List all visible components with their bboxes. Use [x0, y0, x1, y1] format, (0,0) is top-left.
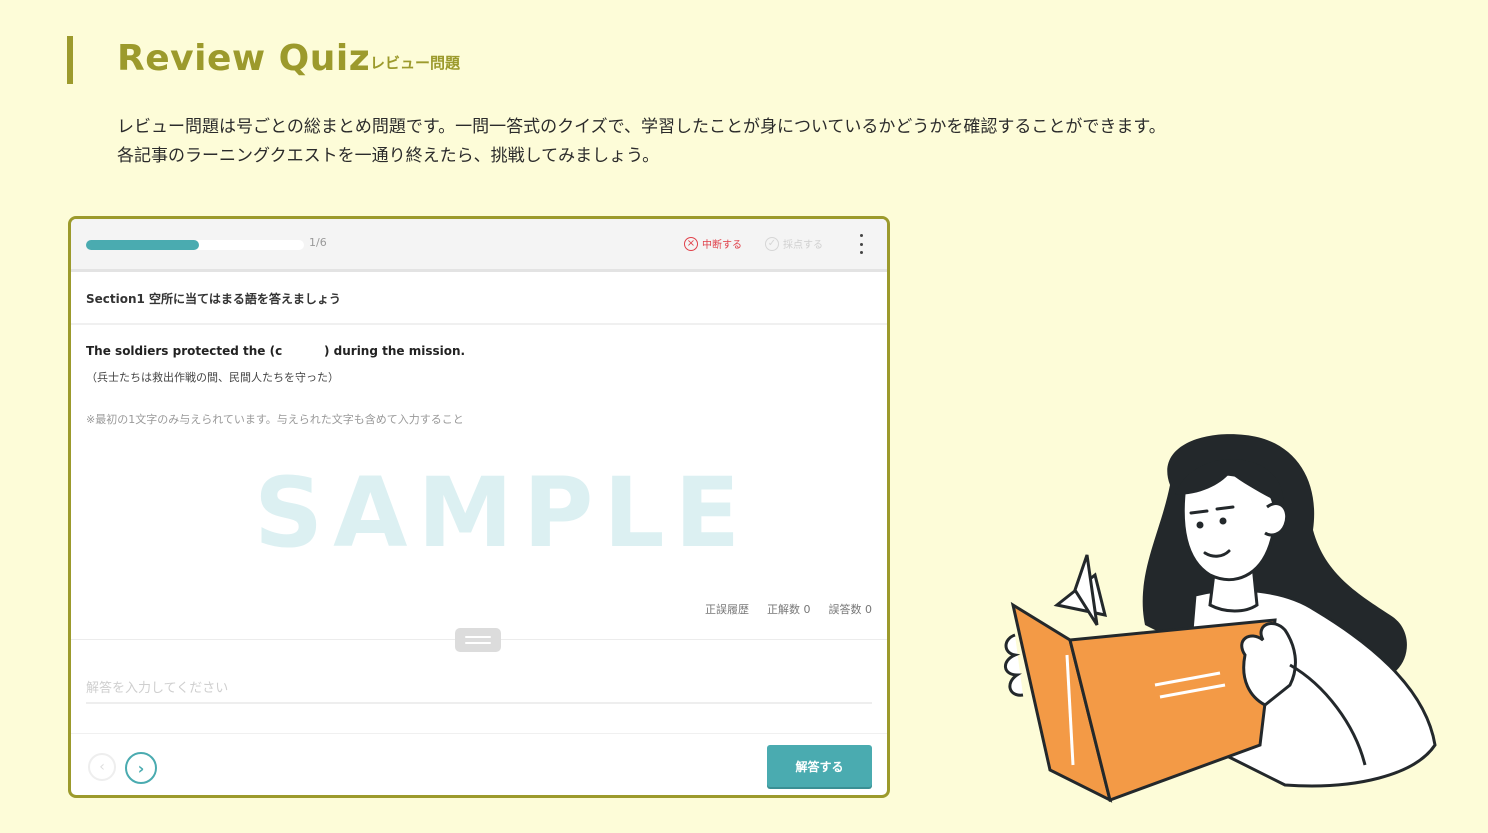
progress-bar-fill — [86, 240, 199, 250]
wrong-count: 誤答数 0 — [828, 603, 873, 616]
brow-right — [1215, 505, 1235, 511]
pause-button[interactable]: × 中断する — [684, 236, 742, 251]
divider — [71, 323, 887, 325]
kebab-menu-icon[interactable] — [855, 234, 867, 254]
grade-label: 採点する — [783, 240, 823, 251]
check-circle-icon: ✓ — [765, 236, 779, 251]
ear — [1264, 502, 1289, 537]
question-note: ※最初の1文字のみ与えられています。与えられた文字も含めて入力すること — [86, 413, 464, 426]
heading-accent-bar — [67, 36, 73, 84]
next-question-button[interactable]: › — [125, 752, 157, 784]
question-translation: （兵士たちは救出作戦の間、民間人たちを守った） — [86, 371, 339, 384]
divider — [71, 733, 887, 734]
quiz-screenshot-card: 1/6 × 中断する ✓ 採点する Section1 空所に当てはまる語を答えま… — [68, 216, 890, 798]
eye-left — [1196, 521, 1204, 529]
correct-count: 正解数 0 — [767, 603, 811, 616]
answer-stats: 正誤履歴 正解数 0 誤答数 0 — [705, 601, 872, 617]
intro-text: レビュー問題は号ごとの総まとめ問題です。一問一答式のクイズで、学習したことが身に… — [117, 113, 1377, 171]
progress-bar — [86, 240, 304, 250]
question-text: The soldiers protected the (c ) during t… — [86, 344, 466, 358]
prev-question-button[interactable]: ‹ — [88, 753, 116, 781]
brow-left — [1189, 509, 1209, 515]
section-title: Section1 空所に当てはまる語を答えましょう — [86, 292, 341, 306]
chevron-right-icon: › — [137, 758, 145, 778]
close-circle-icon: × — [684, 236, 698, 251]
chevron-left-icon: ‹ — [99, 759, 105, 775]
intro-line-2: 各記事のラーニングクエストを一通り終えたら、挑戦してみましょう。 — [117, 146, 660, 166]
sample-watermark: SAMPLE — [254, 457, 751, 569]
reading-woman-illustration — [1004, 434, 1437, 803]
submit-answer-button[interactable]: 解答する — [767, 745, 872, 787]
history-link[interactable]: 正誤履歴 — [705, 601, 749, 617]
page-subtitle: レビュー問題 — [370, 54, 461, 72]
drawer-handle[interactable] — [455, 628, 501, 652]
quiz-topbar: 1/6 × 中断する ✓ 採点する — [71, 219, 887, 272]
grade-button[interactable]: ✓ 採点する — [765, 236, 823, 251]
progress-counter: 1/6 — [309, 236, 327, 249]
intro-line-1: レビュー問題は号ごとの総まとめ問題です。一問一答式のクイズで、学習したことが身に… — [117, 117, 1166, 137]
pause-label: 中断する — [702, 240, 742, 251]
eye-right — [1219, 517, 1227, 525]
page-title: Review Quiz — [117, 38, 371, 79]
answer-input[interactable] — [86, 674, 872, 704]
